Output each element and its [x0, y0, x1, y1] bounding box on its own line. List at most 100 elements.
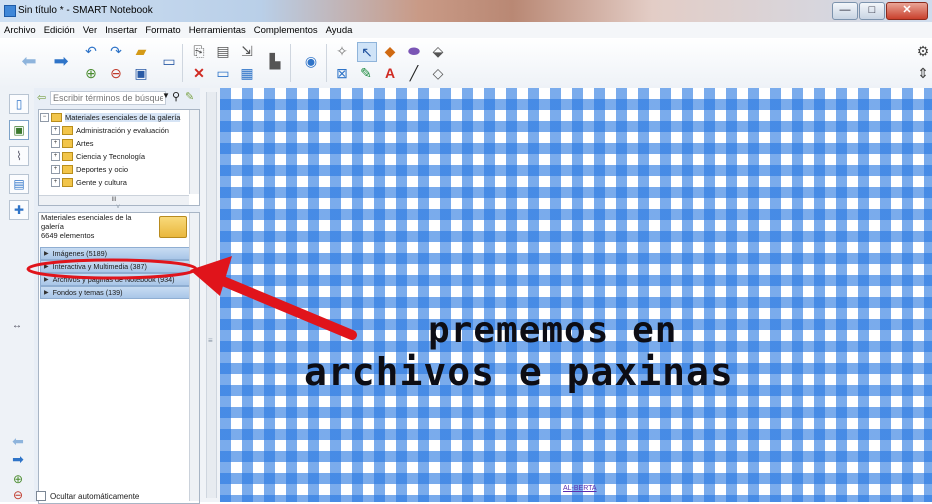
gallery-info-title: Materiales esenciales de la [41, 213, 132, 222]
toolbar-separator [326, 44, 327, 82]
tree-horizontal-scrollbar[interactable]: III [39, 195, 189, 205]
menu-formato[interactable]: Formato [141, 25, 184, 36]
addons-icon[interactable]: ✚ [9, 200, 29, 220]
expand-icon[interactable]: + [51, 138, 60, 148]
category-interactive[interactable]: ▶ Interactiva y Multimedia (387) [40, 260, 190, 273]
gallery-icon[interactable]: ▣ [9, 120, 29, 140]
resize-icon[interactable]: ↔ [12, 320, 22, 331]
save-file-icon[interactable]: ▣ [132, 64, 150, 82]
side-tab-dock: ▯ ▣ ⌇ ▤ ✚ ↔ ⬅ ➡ ⊕ ⊖ [0, 88, 35, 502]
expand-icon[interactable]: + [51, 177, 60, 187]
tree-item[interactable]: + Gente y cultura [51, 176, 127, 188]
canvas-text-line-1[interactable]: prememos en [428, 310, 677, 351]
record-icon[interactable]: ◉ [302, 52, 320, 70]
gallery-search-input[interactable] [50, 91, 166, 105]
maximize-button[interactable]: □ [859, 2, 885, 20]
creative-pen-icon[interactable]: ◇ [429, 64, 447, 82]
toolbar-separator [290, 44, 291, 82]
open-file-icon[interactable]: ▰ [132, 42, 150, 60]
tree-item[interactable]: + Artes [51, 137, 94, 149]
forward-arrow-icon[interactable]: ➡ [52, 52, 70, 70]
undo-icon[interactable]: ↶ [82, 42, 100, 60]
gallery-panel: ⇦ ▼ ⚲ ✎ −Materiales esenciales de la gal… [34, 88, 201, 504]
gallery-search-row: ⇦ ▼ ⚲ ✎ [34, 88, 200, 108]
full-screen-icon[interactable]: ⇲ [238, 42, 256, 60]
dropdown-icon[interactable]: ▼ [162, 91, 170, 100]
menu-ayuda[interactable]: Ayuda [322, 25, 357, 36]
category-images[interactable]: ▶ Imágenes (5189) [40, 247, 190, 260]
expand-icon[interactable]: + [51, 125, 60, 135]
category-notebook-files[interactable]: ▶ Archivos y páginas de Notebook (934) [40, 273, 190, 286]
menu-herramientas[interactable]: Herramientas [185, 25, 250, 36]
expand-icon[interactable]: + [51, 164, 60, 174]
gallery-categories: Materiales esenciales de la galería 6649… [38, 212, 200, 504]
document-camera-icon[interactable]: ▙ [266, 52, 284, 70]
pen-icon[interactable]: ✎ [357, 64, 375, 82]
tree-item-root[interactable]: − Materiales esenciales de la galería [40, 111, 181, 123]
folder-icon [159, 216, 187, 238]
canvas-text-line-2[interactable]: archivos e paxinas [304, 350, 734, 394]
attachments-icon[interactable]: ⌇ [9, 146, 29, 166]
select-icon[interactable]: ↖ [357, 42, 377, 62]
new-page-icon[interactable]: ⊕ [82, 64, 100, 82]
display-icon[interactable]: ▭ [160, 52, 178, 70]
expand-arrow-icon[interactable]: ▶ [44, 289, 49, 296]
tree-item[interactable]: + Administración y evaluación [51, 124, 169, 136]
autohide-checkbox[interactable] [36, 491, 46, 501]
delete-icon[interactable]: ✕ [190, 64, 208, 82]
menu-archivo[interactable]: Archivo [0, 25, 40, 36]
autohide-option[interactable]: Ocultar automáticamente [34, 490, 200, 502]
gallery-splitter[interactable]: ˅ [38, 204, 198, 211]
delete-page-icon[interactable]: ⊖ [107, 64, 125, 82]
tree-vertical-scrollbar[interactable] [189, 110, 199, 194]
fill-icon[interactable]: ⬙ [429, 42, 447, 60]
eraser-icon[interactable]: ⬬ [405, 42, 423, 60]
clear-icon[interactable]: ⊠ [333, 64, 351, 82]
expand-arrow-icon[interactable]: ▶ [44, 250, 49, 257]
next-page-icon[interactable]: ➡ [9, 450, 27, 468]
line-icon[interactable]: ╱ [405, 64, 423, 82]
collapse-icon[interactable]: − [40, 112, 49, 122]
magic-pen-icon[interactable]: ✧ [333, 42, 351, 60]
search-icon[interactable]: ⚲ [172, 90, 180, 103]
category-scrollbar[interactable] [189, 213, 199, 501]
text-icon[interactable]: A [381, 64, 399, 82]
expand-icon[interactable]: + [51, 151, 60, 161]
menu-edicion[interactable]: Edición [40, 25, 79, 36]
remove-page-icon[interactable]: ⊖ [9, 486, 27, 504]
toolbar-separator [182, 44, 183, 82]
expand-arrow-icon[interactable]: ▶ [44, 276, 49, 283]
minimize-button[interactable]: — [832, 2, 858, 20]
grip-icon[interactable]: ≡ [208, 336, 213, 345]
tree-item[interactable]: + Ciencia y Tecnología [51, 150, 145, 162]
menu-bar: Archivo Edición Ver Insertar Formato Her… [0, 22, 932, 38]
panel-scrollbar[interactable] [206, 92, 217, 498]
screen-shade-icon[interactable]: ▤ [214, 42, 232, 60]
menu-ver[interactable]: Ver [79, 25, 101, 36]
paste-icon[interactable]: ⎘ [190, 42, 208, 60]
tree-item[interactable]: + Deportes y ocio [51, 163, 128, 175]
menu-complementos[interactable]: Complementos [250, 25, 322, 36]
back-page-icon[interactable]: ⬅ [9, 432, 27, 450]
category-backgrounds[interactable]: ▶ Fondos y temas (139) [40, 286, 190, 299]
whiteboard-canvas[interactable]: prememos en archivos e paxinas AL-BERTA [220, 88, 932, 502]
table-icon[interactable]: ▦ [238, 64, 256, 82]
edit-icon[interactable]: ✎ [185, 90, 194, 103]
folder-icon [62, 151, 73, 161]
app-icon [4, 5, 16, 17]
settings-icon[interactable]: ⚙ [914, 42, 932, 60]
properties-icon[interactable]: ▤ [9, 174, 29, 194]
canvas-caption[interactable]: AL-BERTA [563, 485, 597, 492]
close-button[interactable]: ✕ [886, 2, 928, 20]
window-controls: — □ ✕ [831, 2, 928, 20]
page-sorter-icon[interactable]: ▯ [9, 94, 29, 114]
menu-insertar[interactable]: Insertar [101, 25, 141, 36]
shapes-icon[interactable]: ◆ [381, 42, 399, 60]
redo-icon[interactable]: ↷ [107, 42, 125, 60]
screen-icon[interactable]: ▭ [214, 64, 232, 82]
back-icon[interactable]: ⇦ [37, 91, 46, 104]
expand-arrow-icon[interactable]: ▶ [44, 263, 49, 270]
toolbar-position-icon[interactable]: ⇕ [914, 64, 932, 82]
gallery-tree: − Materiales esenciales de la galería + Ad… [38, 109, 200, 206]
back-arrow-icon[interactable]: ⬅ [20, 52, 38, 70]
